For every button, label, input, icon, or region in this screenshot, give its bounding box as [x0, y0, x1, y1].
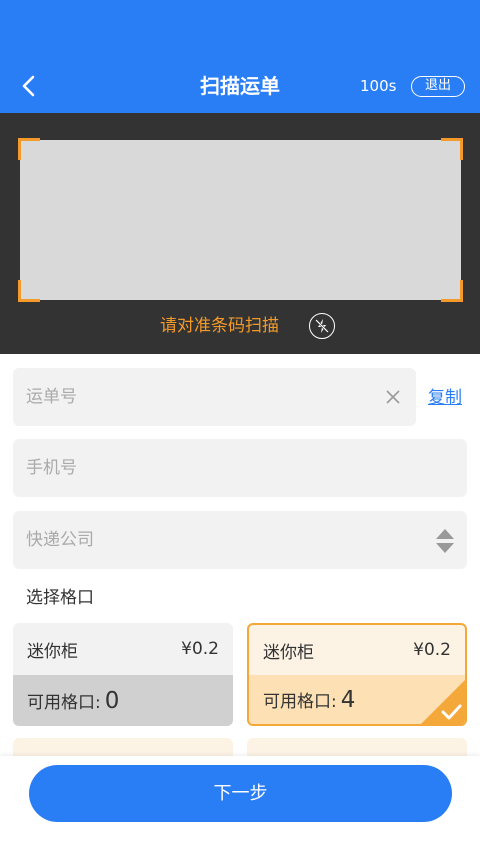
sort-arrows-icon: [436, 529, 454, 553]
scanner-area: 请对准条码扫描: [0, 113, 480, 354]
available-label: 可用格口:: [27, 693, 101, 713]
back-button[interactable]: [14, 70, 42, 102]
locker-name: 迷你柜: [27, 641, 78, 662]
frame-corner-top-right: [441, 138, 463, 160]
flash-toggle-button[interactable]: [309, 313, 335, 339]
frame-corner-bottom-right: [441, 280, 463, 302]
scan-hint: 请对准条码扫描: [160, 316, 279, 336]
exit-button[interactable]: 退出: [411, 76, 465, 97]
check-icon: [421, 680, 465, 724]
slot-section-label: 选择格口: [26, 588, 94, 608]
available-count: 0: [104, 687, 120, 714]
clear-icon[interactable]: [384, 388, 402, 406]
locker-price: ¥0.2: [181, 639, 219, 659]
available-count: 4: [340, 686, 356, 713]
chevron-left-icon: [22, 75, 35, 97]
locker-availability: 可用格口: 0: [13, 675, 233, 726]
flash-off-icon: [315, 319, 329, 333]
locker-header: 迷你柜 ¥0.2: [249, 625, 465, 675]
scan-frame: [18, 138, 463, 302]
phone-input[interactable]: [13, 439, 467, 497]
page-title: 扫描运单: [200, 74, 280, 98]
company-select[interactable]: 快递公司: [13, 511, 467, 569]
locker-option-mini-selected[interactable]: 迷你柜 ¥0.2 可用格口: 4: [247, 623, 467, 726]
frame-corner-bottom-left: [18, 280, 40, 302]
locker-name: 迷你柜: [263, 642, 314, 663]
waybill-input[interactable]: [13, 368, 373, 426]
company-placeholder: 快递公司: [26, 530, 94, 550]
locker-price: ¥0.2: [413, 640, 451, 660]
locker-option-mini-disabled[interactable]: 迷你柜 ¥0.2 可用格口: 0: [13, 623, 233, 726]
app-header: 扫描运单 100s 退出: [0, 0, 480, 113]
next-step-button[interactable]: 下一步: [29, 765, 452, 822]
locker-header: 迷你柜 ¥0.2: [13, 623, 233, 675]
phone-field: [13, 439, 467, 497]
waybill-field: [13, 368, 416, 426]
footer-bar: 下一步: [0, 756, 480, 854]
copy-link[interactable]: 复制: [428, 387, 462, 409]
frame-corner-top-left: [18, 138, 40, 160]
countdown-timer: 100s: [360, 77, 397, 95]
available-label: 可用格口:: [263, 692, 337, 712]
